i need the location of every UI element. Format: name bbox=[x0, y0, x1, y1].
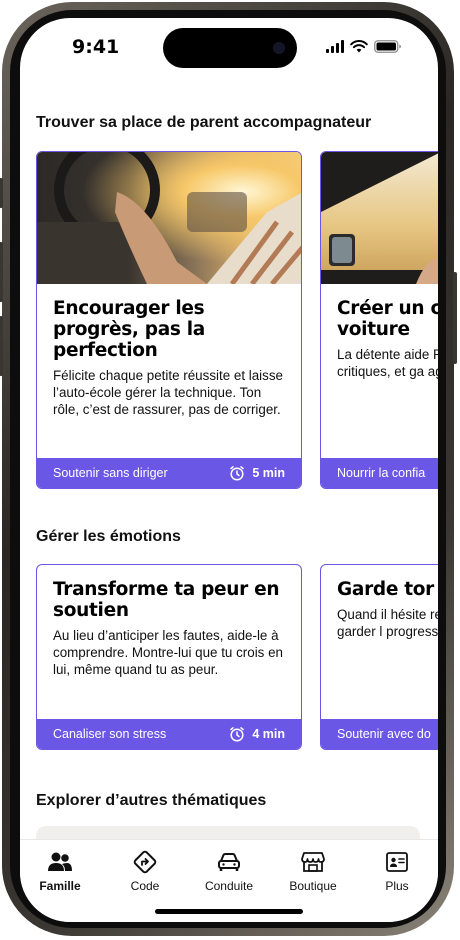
profile-card-icon bbox=[386, 852, 408, 872]
article-card[interactable]: Créer un confiance voiture La détente ai… bbox=[320, 151, 438, 489]
card-text: Quand il hésite respire avant d l’aide à… bbox=[337, 607, 438, 639]
card-footer: Canaliser son stress 4 min bbox=[37, 719, 301, 749]
mute-switch bbox=[0, 178, 3, 208]
home-indicator bbox=[155, 909, 303, 914]
app-screen: 9:41 Trouver sa place de parent accompag… bbox=[20, 18, 438, 922]
card-title: Transforme ta peur en soutien bbox=[53, 579, 280, 621]
wifi-icon bbox=[350, 40, 368, 53]
tab-plus[interactable]: Plus bbox=[357, 850, 437, 893]
camera-icon bbox=[273, 42, 285, 54]
card-text: La détente aide Parle calmeme critiques,… bbox=[337, 347, 438, 379]
article-card[interactable]: Transforme ta peur en soutien Au lieu d’… bbox=[36, 564, 302, 750]
volume-up-button bbox=[0, 242, 3, 302]
card-tag: Soutenir sans diriger bbox=[53, 466, 168, 480]
card-tag: Soutenir avec do bbox=[337, 727, 431, 741]
battery-icon bbox=[374, 40, 401, 53]
tab-boutique[interactable]: Boutique bbox=[273, 850, 353, 893]
power-button bbox=[453, 272, 457, 364]
card-title: Encourager les progrès, pas la perfectio… bbox=[53, 298, 205, 361]
signal-icon bbox=[326, 40, 344, 53]
card-text: Félicite chaque petite réussite et laiss… bbox=[53, 368, 283, 417]
status-time: 9:41 bbox=[72, 36, 120, 58]
tab-code[interactable]: Code bbox=[105, 850, 185, 893]
article-card[interactable]: Garde tor toutes sit Quand il hésite res… bbox=[320, 564, 438, 750]
card-duration: 4 min bbox=[229, 726, 285, 742]
family-icon bbox=[48, 852, 72, 871]
alarm-clock-icon bbox=[230, 727, 245, 742]
section-title-explore: Explorer d’autres thématiques bbox=[36, 792, 267, 809]
car-icon bbox=[218, 853, 240, 871]
card-footer: Soutenir sans diriger 5 min bbox=[37, 458, 301, 488]
card-image-car-window bbox=[321, 152, 438, 284]
article-card[interactable]: Encourager les progrès, pas la perfectio… bbox=[36, 151, 302, 489]
status-bar: 9:41 bbox=[20, 18, 438, 78]
card-image-driving-lesson bbox=[37, 152, 301, 284]
tab-label: Boutique bbox=[289, 879, 337, 893]
tab-label: Code bbox=[130, 879, 160, 893]
tab-conduite[interactable]: Conduite bbox=[189, 850, 269, 893]
card-footer: Nourrir la confia bbox=[321, 458, 438, 488]
carousel-emotions[interactable]: Transforme ta peur en soutien Au lieu d’… bbox=[36, 564, 438, 750]
section-title-emotions: Gérer les émotions bbox=[36, 528, 181, 545]
card-tag: Canaliser son stress bbox=[53, 727, 167, 741]
card-title: Garde tor toutes sit bbox=[337, 579, 438, 600]
volume-down-button bbox=[0, 316, 3, 376]
road-sign-icon bbox=[133, 850, 157, 874]
alarm-clock-icon bbox=[230, 466, 245, 481]
bottom-tab-bar: Famille Code Conduite Boutique Plus bbox=[20, 839, 438, 922]
duration-label: 5 min bbox=[252, 466, 285, 480]
carousel-parent[interactable]: Encourager les progrès, pas la perfectio… bbox=[36, 151, 438, 489]
shop-icon bbox=[301, 852, 325, 872]
tab-label: Plus bbox=[385, 879, 409, 893]
tab-label: Famille bbox=[39, 879, 81, 893]
card-tag: Nourrir la confia bbox=[337, 466, 426, 480]
status-icons bbox=[326, 40, 402, 53]
card-text: Au lieu d’anticiper les fautes, aide-le … bbox=[53, 628, 283, 677]
card-duration: 5 min bbox=[229, 465, 285, 481]
section-title-parent: Trouver sa place de parent accompagnateu… bbox=[36, 114, 372, 131]
card-footer: Soutenir avec do bbox=[321, 719, 438, 749]
card-title: Créer un confiance voiture bbox=[337, 298, 438, 340]
dynamic-island bbox=[163, 28, 297, 68]
tab-label: Conduite bbox=[204, 879, 254, 893]
duration-label: 4 min bbox=[252, 727, 285, 741]
tab-famille[interactable]: Famille bbox=[20, 850, 100, 893]
